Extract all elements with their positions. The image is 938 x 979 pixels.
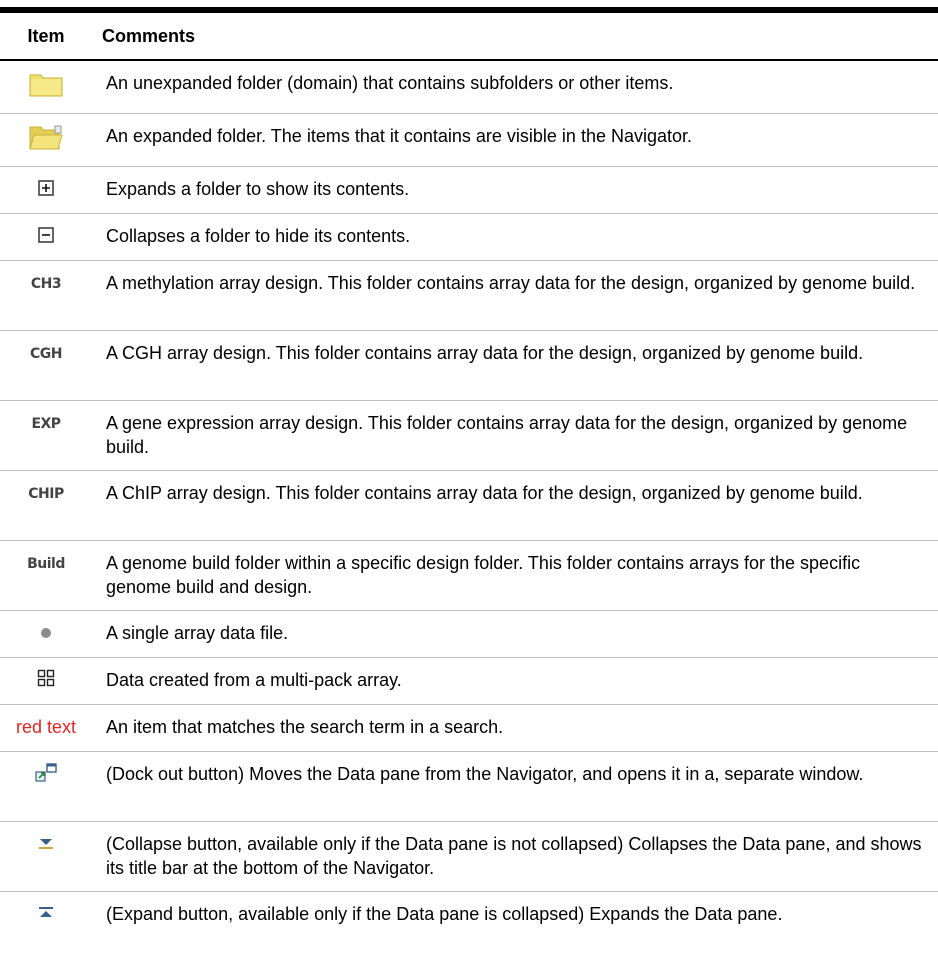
expand-pane-icon bbox=[36, 903, 56, 927]
table-row: CH3 A methylation array design. This fol… bbox=[0, 261, 938, 331]
table-row: Data created from a multi-pack array. bbox=[0, 658, 938, 705]
row-comment: A genome build folder within a specific … bbox=[106, 553, 861, 597]
table-row: EXP A gene expression array design. This… bbox=[0, 401, 938, 471]
red-text-sample: red text bbox=[15, 717, 77, 737]
row-comment: Collapses a folder to hide its contents. bbox=[106, 226, 411, 246]
row-comment: A CGH array design. This folder contains… bbox=[106, 343, 864, 363]
collapse-pane-icon bbox=[36, 833, 56, 857]
folder-open-icon bbox=[29, 124, 63, 156]
navigator-icon-table: Item Comments An unexpanded folder (doma… bbox=[0, 13, 938, 939]
table-row: Expands a folder to show its contents. bbox=[0, 167, 938, 214]
table-row: A single array data file. bbox=[0, 611, 938, 658]
build-folder-icon: Build bbox=[27, 556, 65, 573]
row-comment: An item that matches the search term in … bbox=[106, 717, 504, 737]
row-comment: (Collapse button, available only if the … bbox=[106, 834, 922, 878]
row-comment: A ChIP array design. This folder contain… bbox=[106, 483, 863, 503]
minus-box-icon bbox=[38, 225, 54, 249]
table-row: An unexpanded folder (domain) that conta… bbox=[0, 60, 938, 114]
table-row: Collapses a folder to hide its contents. bbox=[0, 214, 938, 261]
chip-design-icon: CHIP bbox=[28, 486, 64, 503]
row-comment: A methylation array design. This folder … bbox=[106, 273, 916, 293]
cgh-design-icon: CGH bbox=[30, 346, 62, 363]
row-comment: Expands a folder to show its contents. bbox=[106, 179, 410, 199]
table-header-row: Item Comments bbox=[0, 13, 938, 60]
header-comments: Comments bbox=[102, 25, 196, 46]
multipack-grid-icon bbox=[37, 669, 55, 693]
row-comment: (Dock out button) Moves the Data pane fr… bbox=[106, 764, 864, 784]
methylation-design-icon: CH3 bbox=[30, 276, 62, 293]
expression-design-icon: EXP bbox=[31, 416, 61, 433]
table-row: (Dock out button) Moves the Data pane fr… bbox=[0, 752, 938, 822]
header-item: Item bbox=[27, 25, 65, 46]
row-comment: Data created from a multi-pack array. bbox=[106, 670, 402, 690]
table-row: (Expand button, available only if the Da… bbox=[0, 892, 938, 939]
row-comment: A gene expression array design. This fol… bbox=[106, 413, 908, 457]
table-row: red text An item that matches the search… bbox=[0, 705, 938, 752]
row-comment: An expanded folder. The items that it co… bbox=[106, 126, 693, 146]
plus-box-icon bbox=[38, 178, 54, 202]
table-row: An expanded folder. The items that it co… bbox=[0, 114, 938, 167]
table-row: CGH A CGH array design. This folder cont… bbox=[0, 331, 938, 401]
row-comment: (Expand button, available only if the Da… bbox=[106, 904, 783, 924]
row-comment: An unexpanded folder (domain) that conta… bbox=[106, 73, 674, 93]
row-comment: A single array data file. bbox=[106, 623, 289, 643]
table-row: CHIP A ChIP array design. This folder co… bbox=[0, 471, 938, 541]
dock-out-icon bbox=[34, 762, 58, 790]
table-row: Build A genome build folder within a spe… bbox=[0, 541, 938, 611]
array-file-dot-icon bbox=[39, 622, 53, 646]
table-row: (Collapse button, available only if the … bbox=[0, 822, 938, 892]
folder-closed-icon bbox=[29, 71, 63, 103]
